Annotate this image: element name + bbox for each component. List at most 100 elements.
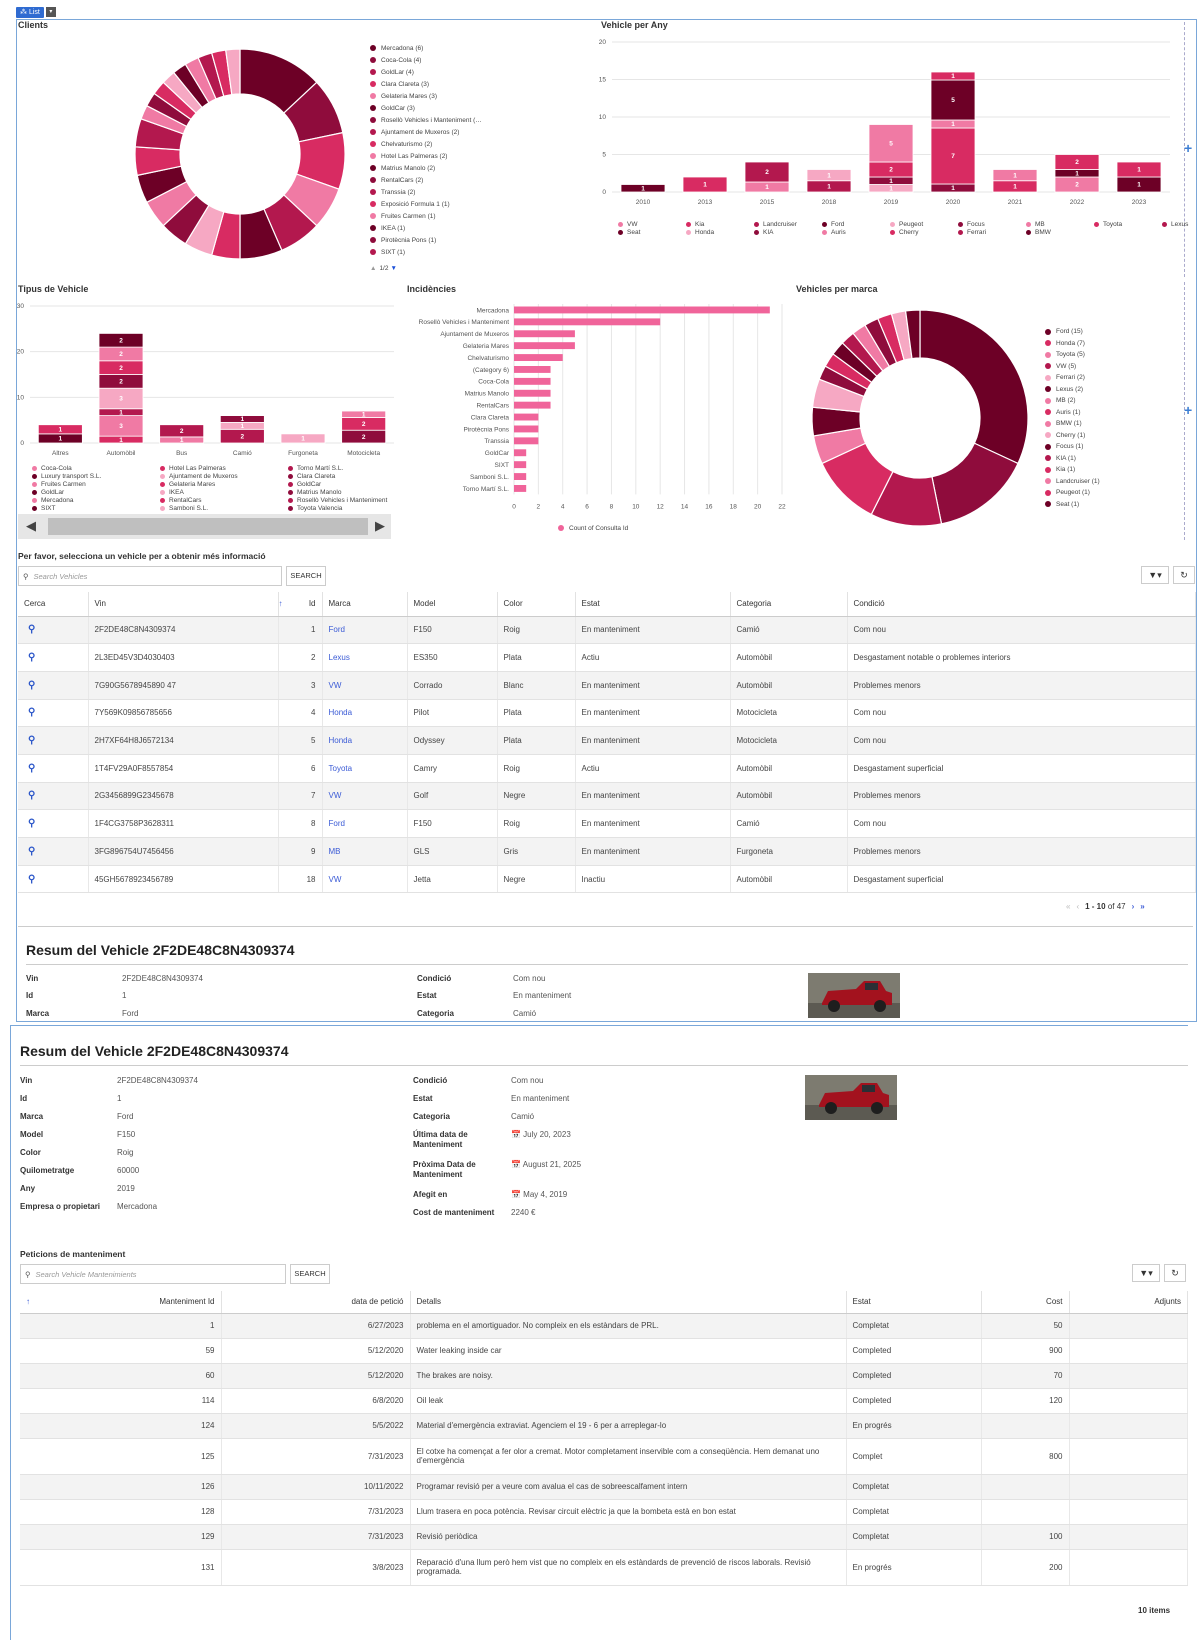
marca-link[interactable]: VW (322, 865, 408, 894)
filter-button[interactable]: ▼▾ (1141, 566, 1169, 584)
maintenance-row[interactable]: 125 7/31/2023 El cotxe ha començat a fer o… (20, 1438, 1188, 1475)
view-vehicle-icon[interactable]: ⚲ (18, 699, 89, 728)
col-condicio[interactable]: Condició (847, 592, 1196, 617)
legend-item[interactable]: Ferrari (2) (1045, 372, 1100, 384)
marca-link[interactable]: Ford (322, 809, 408, 838)
incidencies-bar[interactable] (514, 330, 575, 338)
view-vehicle-icon[interactable]: ⚲ (18, 809, 89, 838)
col-estat[interactable]: Estat (575, 592, 731, 617)
incidencies-bar[interactable] (514, 485, 527, 492)
incidencies-bar[interactable] (514, 449, 527, 457)
marca-slice[interactable] (919, 309, 1029, 465)
legend-item[interactable]: RentalCars (160, 496, 280, 504)
legend-item[interactable]: Mercadona (32, 496, 152, 504)
legend-item[interactable]: Exposició Formula 1 (1) (370, 198, 482, 210)
vehicle-search-input[interactable]: ⚲ Search Vehicles (18, 566, 282, 586)
col-color[interactable]: Color (497, 592, 576, 617)
maintenance-row[interactable]: 124 5/5/2022 Material d'emergència extravi… (20, 1413, 1188, 1439)
col-vin[interactable]: Vin (88, 592, 279, 617)
col-model[interactable]: Model (407, 592, 498, 617)
legend-item[interactable]: Kia (686, 220, 746, 228)
col-cerca[interactable]: Cerca (18, 592, 89, 617)
legend-item[interactable]: Auris (1) (1045, 407, 1100, 419)
legend-item[interactable]: RentalCars (2) (370, 174, 482, 186)
marca-link[interactable]: Lexus (322, 643, 408, 672)
sort-asc-icon[interactable]: ↑ (26, 1297, 30, 1306)
legend-item[interactable]: Rosellò Vehicles i Manteniment (288, 496, 408, 504)
last-page-icon[interactable]: » (1140, 902, 1144, 911)
legend-item[interactable]: Auris (822, 228, 882, 236)
legend-item[interactable]: GoldLar (32, 488, 152, 496)
legend-item[interactable]: Seat (618, 228, 678, 236)
legend-item[interactable]: Ajuntament de Muxeros (160, 472, 280, 480)
legend-item[interactable]: Honda (686, 228, 746, 236)
col-categoria[interactable]: Categoria (730, 592, 848, 617)
sort-asc-icon[interactable]: ↑ (279, 599, 283, 608)
refresh-button[interactable]: ↻ (1173, 566, 1195, 584)
legend-item[interactable]: VW (618, 220, 678, 228)
legend-item[interactable]: Toyota Valencia (288, 504, 408, 512)
maintenance-row[interactable]: 59 5/12/2020 Water leaking inside car Compl… (20, 1338, 1188, 1364)
legend-item[interactable]: MB (2) (1045, 395, 1100, 407)
col-marca[interactable]: Marca (322, 592, 408, 617)
legend-item[interactable]: Gelateria Mares (160, 480, 280, 488)
legend-item[interactable]: Torno Martí S.L. (288, 464, 408, 472)
legend-item[interactable]: Peugeot (1) (1045, 487, 1100, 499)
clients-legend-pager[interactable]: ▲ 1/2 ▼ (370, 262, 397, 274)
legend-item[interactable]: Honda (7) (1045, 338, 1100, 350)
legend-item[interactable]: KIA (754, 228, 814, 236)
legend-up-icon[interactable]: ▲ (370, 265, 376, 272)
first-page-icon[interactable]: « (1066, 902, 1070, 911)
legend-item[interactable]: Chelvaturismo (2) (370, 138, 482, 150)
incidencies-bar[interactable] (514, 366, 551, 373)
marca-link[interactable]: Honda (322, 726, 408, 755)
view-vehicle-icon[interactable]: ⚲ (18, 671, 89, 700)
marca-link[interactable]: Honda (322, 699, 408, 728)
legend-item[interactable]: Clara Clareta (288, 472, 408, 480)
next-page-icon[interactable]: › (1132, 902, 1135, 911)
vehicle-row[interactable]: ⚲ 3FG896754U7456456 9 MB GLS Gris En mantenime… (18, 837, 1196, 866)
incidencies-bar[interactable] (514, 318, 661, 326)
view-vehicle-icon[interactable]: ⚲ (18, 726, 89, 755)
vehicle-row[interactable]: ⚲ 2F2DE48C8N4309374 1 Ford F150 Roig En manten… (18, 616, 1196, 645)
vehicle-row[interactable]: ⚲ 7Y569K09856785656 4 Honda Pilot Plata En man… (18, 699, 1196, 728)
legend-item[interactable]: Rosellò Vehicles i Manteniment (… (370, 114, 482, 126)
legend-item[interactable]: Matrius Manolo (2) (370, 162, 482, 174)
legend-item[interactable]: Lexus (1162, 220, 1198, 228)
list-menu-toggle[interactable]: ▾ (45, 7, 56, 17)
incidencies-bar[interactable] (514, 425, 539, 433)
legend-item[interactable]: Fruites Carmen (32, 480, 152, 488)
maintenance-row[interactable]: 126 10/11/2022 Programar revisió per a veu… (20, 1474, 1188, 1500)
add-widget-icon[interactable]: + (1184, 402, 1192, 418)
legend-item[interactable]: Luxury transport S.L. (32, 472, 152, 480)
scroll-right-icon[interactable]: ▶ (375, 518, 385, 534)
legend-item[interactable]: BMW (1) (1045, 418, 1100, 430)
legend-item[interactable]: Seat (1) (1045, 499, 1100, 511)
incidencies-bar[interactable] (514, 342, 575, 350)
refresh-button[interactable]: ↻ (1164, 1264, 1186, 1282)
col-data-peticio[interactable]: data de petició (221, 1291, 411, 1314)
vehicle-row[interactable]: ⚲ 45GH5678923456789 18 VW Jetta Negre Inactiu A… (18, 865, 1196, 894)
legend-item[interactable]: BMW (1026, 228, 1086, 236)
incidencies-bar[interactable] (514, 354, 563, 361)
incidencies-bar[interactable] (514, 401, 551, 409)
legend-item[interactable]: IKEA (1) (370, 222, 482, 234)
legend-item[interactable]: Coca-Cola (32, 464, 152, 472)
legend-item[interactable]: Hotel Las Palmeras (2) (370, 150, 482, 162)
view-vehicle-icon[interactable]: ⚲ (18, 865, 89, 894)
incidencies-bar[interactable] (514, 306, 770, 314)
legend-item[interactable]: Ferrari (958, 228, 1018, 236)
maintenance-row[interactable]: 128 7/31/2023 Llum trasera en poca potènci… (20, 1499, 1188, 1525)
marca-link[interactable]: Ford (322, 616, 408, 645)
marca-link[interactable]: MB (322, 837, 408, 866)
legend-item[interactable]: Coca-Cola (4) (370, 54, 482, 66)
legend-item[interactable]: VW (5) (1045, 361, 1100, 373)
legend-scrollbar[interactable]: ◀ ▶ (18, 514, 391, 539)
legend-item[interactable]: Gelateria Mares (3) (370, 90, 482, 102)
maintenance-row[interactable]: 60 5/12/2020 The brakes are noisy. Complete… (20, 1363, 1188, 1389)
col-id[interactable]: ↑ Id (278, 592, 323, 617)
legend-item[interactable]: SIXT (32, 504, 152, 512)
legend-item[interactable]: Transsia (2) (370, 186, 482, 198)
scroll-thumb[interactable] (48, 518, 368, 535)
legend-item[interactable]: Cherry (890, 228, 950, 236)
